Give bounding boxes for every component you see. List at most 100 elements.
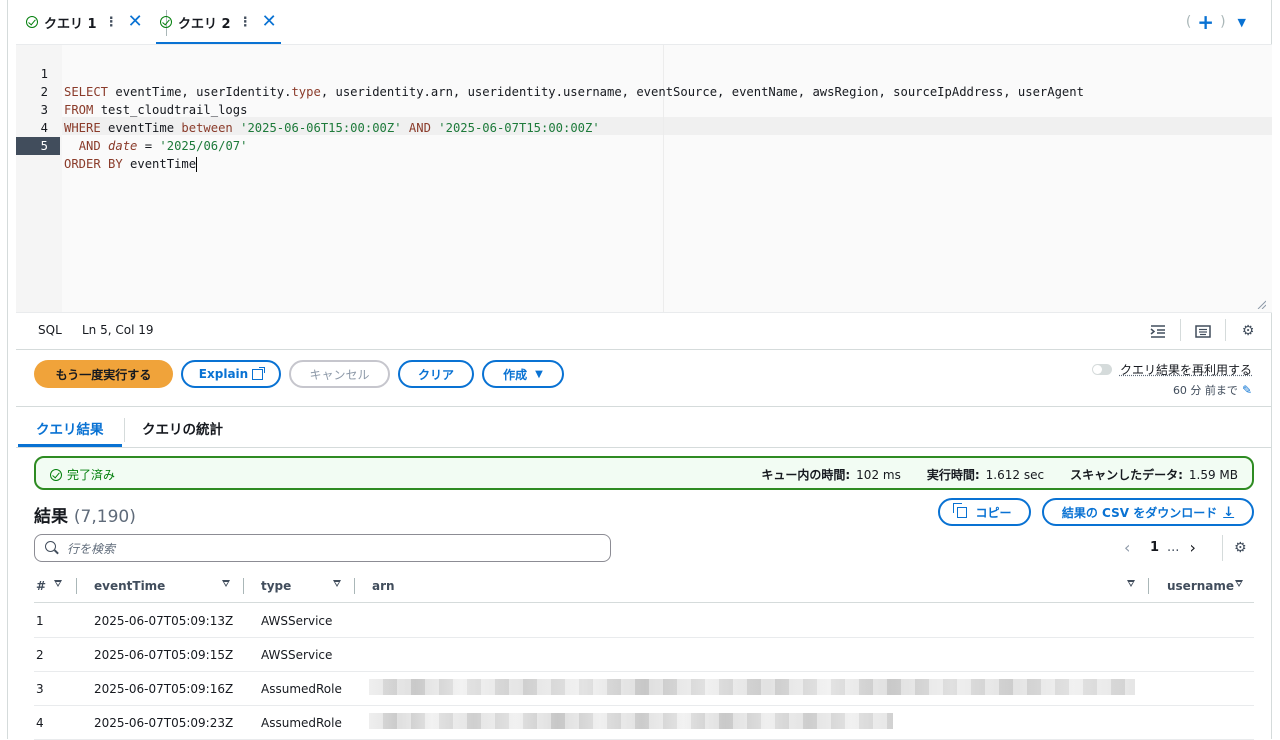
check-circle-icon [26,16,38,28]
tab-actions: ( + ) ▼ [1180,12,1246,32]
sql-keyword: between [181,121,233,135]
sort-icon[interactable] [333,580,341,587]
scanned-data-label: スキャンしたデータ: [1070,468,1183,482]
sql-keyword: AND [408,121,431,135]
cell-eventtime: 2025-06-07T05:09:23Z [94,716,234,730]
caret-down-icon[interactable]: ▼ [1238,16,1246,29]
col-header-index[interactable]: # [36,579,46,593]
sort-icon[interactable] [222,580,230,587]
divider [1225,319,1226,341]
sql-keyword: FROM [64,103,94,117]
page-number[interactable]: 1 [1150,540,1159,555]
cell-index: 4 [36,716,44,730]
status-banner: 完了済み キュー内の時間: 102 ms 実行時間: 1.612 sec スキャンし… [34,456,1254,490]
reuse-toggle[interactable] [1091,364,1112,375]
sql-text: test_cloudtrail_logs [93,103,248,117]
sql-editor[interactable]: 1 SELECT eventTime, userIdentity.type, u… [16,44,1272,313]
table-header: # eventTime type arn username [34,570,1254,603]
column-resizer[interactable] [76,578,77,594]
row-search-input[interactable] [65,539,599,559]
copy-icon [953,502,968,518]
query-tab-bar: クエリ 1 ⋮ ✕ クエリ 2 ⋮ ✕ ( + ) ▼ [16,0,1272,44]
more-vertical-icon[interactable]: ⋮ [239,15,252,30]
code-lines: 1 SELECT eventTime, userIdentity.type, u… [16,47,1084,172]
sql-string: '2025-06-07T15:00:00Z' [438,121,600,135]
keyboard-icon[interactable] [1191,319,1215,343]
sql-keyword: SELECT [64,85,109,99]
check-circle-icon [50,468,62,481]
redacted-arn [369,679,1135,695]
cursor-position: Ln 5, Col 19 [82,323,154,337]
edit-pencil-icon[interactable]: ✎ [1242,383,1252,397]
cell-type: AWSService [261,648,333,662]
results-title: 結果 (7,190) [34,502,136,527]
tab-query-stats[interactable]: クエリの統計 [142,418,223,438]
results-title-text: 結果 [34,507,68,527]
table-settings-gear-icon[interactable]: ⚙ [1234,540,1247,556]
language-label: SQL [38,323,62,337]
sort-icon[interactable] [54,580,62,587]
line-number: 5 [16,137,60,155]
code-line: 4 AND date = '2025/06/07' [16,101,248,153]
tab-label: クエリ 1 [44,16,97,32]
cell-type: AssumedRole [261,682,342,696]
code-line: 1 SELECT eventTime, userIdentity.type, u… [16,47,1084,99]
table-row: 4 2025-06-07T05:09:23Z AssumedRole [34,705,1254,740]
create-button[interactable]: 作成 ▼ [482,360,564,388]
run-again-button[interactable]: もう一度実行する [34,360,173,388]
resize-handle-icon[interactable] [1256,299,1266,309]
tab-query-2[interactable]: クエリ 2 ⋮ ✕ [156,0,281,44]
editor-status-bar: SQL Ln 5, Col 19 ⚙ [16,312,1272,350]
col-header-arn[interactable]: arn [372,579,395,593]
tab-label: クエリ 2 [178,16,231,32]
search-icon [45,541,56,552]
cell-eventtime: 2025-06-07T05:09:15Z [94,648,234,662]
sql-keyword: ORDER BY [64,157,123,171]
add-tab-button[interactable]: + [1197,12,1214,32]
cancel-button[interactable]: キャンセル [289,360,390,388]
column-resizer[interactable] [243,578,244,594]
column-resizer[interactable] [1148,578,1149,594]
divider [16,406,1272,407]
explain-label: Explain [198,367,249,381]
scanned-data: スキャンしたデータ: 1.59 MB [1070,466,1238,483]
code-line: 2 FROM test_cloudtrail_logs [16,65,248,117]
divider [1180,319,1181,341]
col-header-type[interactable]: type [261,579,291,593]
reuse-age: 60 分 前まで [1172,384,1238,397]
redacted-arn [369,713,893,729]
cell-index: 2 [36,648,44,662]
close-icon[interactable]: ✕ [262,13,277,31]
column-resizer[interactable] [354,578,355,594]
clear-button[interactable]: クリア [398,360,474,388]
more-vertical-icon[interactable]: ⋮ [105,15,118,30]
copy-button[interactable]: コピー [938,498,1031,526]
sql-indent [64,139,79,153]
sql-text: eventTime, userIdentity. [108,85,292,99]
code-line-active: 5 ORDER BY eventTime [16,119,198,172]
tab-query-results[interactable]: クエリ結果 [36,418,104,438]
exec-time-label: 実行時間: [926,468,980,482]
sort-icon[interactable] [1235,580,1243,587]
paren-close: ) [1220,14,1226,30]
next-page-icon[interactable]: › [1189,538,1203,557]
cell-eventtime: 2025-06-07T05:09:16Z [94,682,234,696]
exec-time: 実行時間: 1.612 sec [927,466,1044,483]
table-row: 3 2025-06-07T05:09:16Z AssumedRole [34,671,1254,706]
scanned-data-value: 1.59 MB [1188,468,1238,482]
explain-button[interactable]: Explain [181,360,281,388]
col-header-username[interactable]: username [1167,579,1234,593]
code-line: 3 WHERE eventTime between '2025-06-06T15… [16,83,600,135]
col-header-eventtime[interactable]: eventTime [94,579,165,593]
sort-icon[interactable] [1127,580,1135,587]
cell-eventtime: 2025-06-07T05:09:13Z [94,614,234,628]
format-indent-icon[interactable] [1146,319,1170,343]
queue-time-label: キュー内の時間: [761,468,851,482]
download-csv-button[interactable]: 結果の CSV をダウンロード ↓ [1042,498,1254,526]
prev-page-icon[interactable]: ‹ [1124,538,1138,557]
close-icon[interactable]: ✕ [128,13,143,31]
tab-query-1[interactable]: クエリ 1 ⋮ ✕ [26,0,143,44]
settings-gear-icon[interactable]: ⚙ [1236,319,1260,343]
reuse-label: クエリ結果を再利用する [1119,363,1252,377]
